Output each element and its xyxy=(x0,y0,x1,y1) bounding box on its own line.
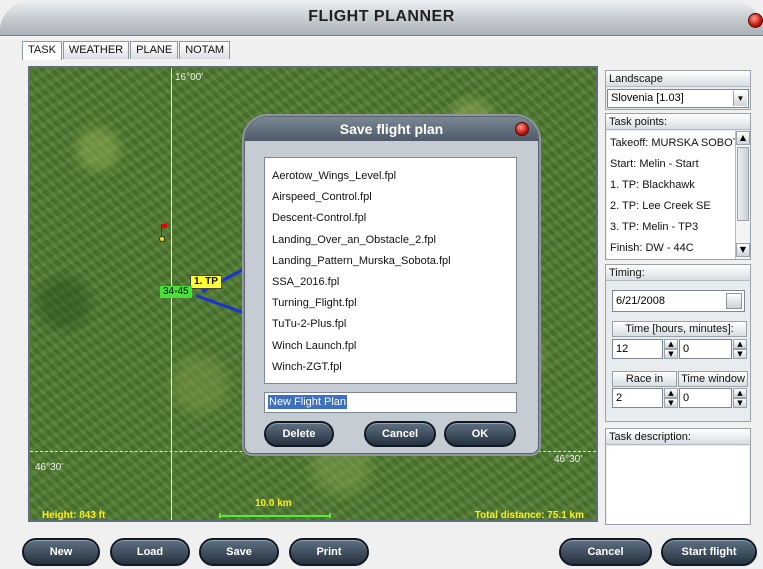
time-window-field[interactable]: 0 xyxy=(679,388,732,408)
dialog-title-bar: Save flight plan xyxy=(245,117,538,141)
landscape-select[interactable]: Slovenia [1.03] ▼ xyxy=(607,89,749,108)
hours-field[interactable]: 12 xyxy=(612,339,663,359)
latitude-label-left: 46°30' xyxy=(35,462,64,473)
landscape-header: Landscape xyxy=(606,71,750,87)
load-button[interactable]: Load xyxy=(110,538,190,566)
save-button[interactable]: Save xyxy=(199,538,279,566)
tab-task[interactable]: TASK xyxy=(22,41,62,60)
new-button[interactable]: New xyxy=(22,538,100,566)
file-item[interactable]: Landing_Over_an_Obstacle_2.fpl xyxy=(265,230,516,251)
description-group: Task description: xyxy=(605,428,751,525)
chevron-down-icon[interactable]: ▼ xyxy=(733,91,747,106)
file-item[interactable]: Aerotow_Wings_Level.fpl xyxy=(265,166,516,187)
task-description-input[interactable] xyxy=(607,446,749,524)
tab-weather[interactable]: WEATHER xyxy=(62,41,130,59)
taskpoint-item[interactable]: 1. TP: Blackhawk xyxy=(607,175,735,196)
taskpoint-item[interactable]: Takeoff: MURSKA SOBOTA xyxy=(607,133,735,154)
scroll-down-icon[interactable]: ▼ xyxy=(736,243,750,257)
file-item[interactable]: Winch-ZGT.fpl xyxy=(265,357,516,378)
close-icon[interactable] xyxy=(748,13,763,28)
save-flight-plan-dialog: Save flight plan Aerotow_Wings_Level.fpl… xyxy=(244,116,539,454)
file-item[interactable]: Landing_Pattern_Murska_Sobota.fpl xyxy=(265,251,516,272)
race-field[interactable]: 2 xyxy=(612,388,663,408)
start-flight-button[interactable]: Start flight xyxy=(661,538,757,566)
landscape-value: Slovenia [1.03] xyxy=(611,92,684,104)
race-header: Race in xyxy=(612,371,677,387)
minutes-spinner[interactable]: ▲ ▼ xyxy=(733,339,747,359)
taskpoints-scrollbar[interactable]: ▲ ▼ xyxy=(735,131,750,259)
time-window-header: Time window xyxy=(678,371,748,387)
taskpoint-item[interactable]: 2. TP: Lee Creek SE xyxy=(607,196,735,217)
tab-notam[interactable]: NOTAM xyxy=(179,41,231,59)
taskpoint-item[interactable]: Finish: DW - 44C xyxy=(607,238,735,259)
file-list[interactable]: Aerotow_Wings_Level.fpl Airspeed_Control… xyxy=(264,157,517,384)
scroll-up-icon[interactable]: ▲ xyxy=(736,131,750,145)
time-header: Time [hours, minutes]: xyxy=(612,321,747,337)
timing-header: Timing: xyxy=(606,265,750,281)
calendar-icon[interactable] xyxy=(726,293,742,309)
bottom-toolbar: New Load Save Print Cancel Start flight xyxy=(0,530,763,569)
taskpoints-list[interactable]: Takeoff: MURSKA SOBOTA Start: Melin - St… xyxy=(607,131,735,259)
takeoff-marker[interactable] xyxy=(159,224,170,244)
dialog-close-icon[interactable] xyxy=(515,122,529,136)
dialog-cancel-button[interactable]: Cancel xyxy=(364,421,436,447)
date-field[interactable]: 6/21/2008 xyxy=(612,290,745,312)
minutes-field[interactable]: 0 xyxy=(679,339,732,359)
hours-spinner[interactable]: ▲ ▼ xyxy=(664,339,678,359)
ok-button[interactable]: OK xyxy=(444,421,516,447)
sector-label: 34-45 xyxy=(160,286,192,298)
file-item[interactable]: Winch Launch.fpl xyxy=(265,336,516,357)
height-readout: Height: 843 ft xyxy=(42,510,106,521)
tab-plane[interactable]: PLANE xyxy=(130,41,179,59)
taskpoints-header: Task points: xyxy=(606,114,750,130)
task-settings-panel: Landscape Slovenia [1.03] ▼ Task points:… xyxy=(605,66,752,525)
file-item[interactable]: SSA_2016.fpl xyxy=(265,272,516,293)
taskpoint-item[interactable]: 3. TP: Melin - TP3 xyxy=(607,217,735,238)
turnpoint-label[interactable]: 1. TP xyxy=(190,275,222,289)
scale-label: 10.0 km xyxy=(255,498,292,509)
title-bar: FLIGHT PLANNER xyxy=(0,0,763,36)
dialog-title: Save flight plan xyxy=(339,121,444,137)
taskpoint-item[interactable]: Start: Melin - Start xyxy=(607,154,735,175)
filename-input[interactable]: New Flight Plan xyxy=(264,392,517,413)
file-item[interactable]: Descent-Control.fpl xyxy=(265,208,516,229)
race-spinner[interactable]: ▲ ▼ xyxy=(664,388,678,408)
filename-value: New Flight Plan xyxy=(268,395,348,409)
delete-button[interactable]: Delete xyxy=(264,421,334,447)
latitude-label-right: 46°30' xyxy=(554,454,583,465)
scrollbar-thumb[interactable] xyxy=(737,147,749,221)
scale-bar xyxy=(219,513,331,518)
file-item[interactable]: Turning_Flight.fpl xyxy=(265,293,516,314)
date-value: 6/21/2008 xyxy=(616,295,665,307)
longitude-label: 16°00' xyxy=(175,72,204,83)
cancel-button[interactable]: Cancel xyxy=(559,538,652,566)
description-header: Task description: xyxy=(606,429,750,445)
tab-bar: TASK WEATHER PLANE NOTAM xyxy=(22,41,231,60)
print-button[interactable]: Print xyxy=(289,538,369,566)
total-distance-readout: Total distance: 75.1 km xyxy=(474,510,584,521)
landscape-group: Landscape Slovenia [1.03] ▼ xyxy=(605,70,751,110)
time-window-spinner[interactable]: ▲ ▼ xyxy=(733,388,747,408)
file-item[interactable]: TuTu-2-Plus.fpl xyxy=(265,314,516,335)
window-title: FLIGHT PLANNER xyxy=(308,8,455,25)
taskpoints-group: Task points: Takeoff: MURSKA SOBOTA Star… xyxy=(605,113,751,260)
flight-planner-window: FLIGHT PLANNER TASK WEATHER PLANE NOTAM … xyxy=(0,0,763,569)
file-item[interactable]: Airspeed_Control.fpl xyxy=(265,187,516,208)
timing-group: Timing: 6/21/2008 Time [hours, minutes]:… xyxy=(605,264,751,422)
